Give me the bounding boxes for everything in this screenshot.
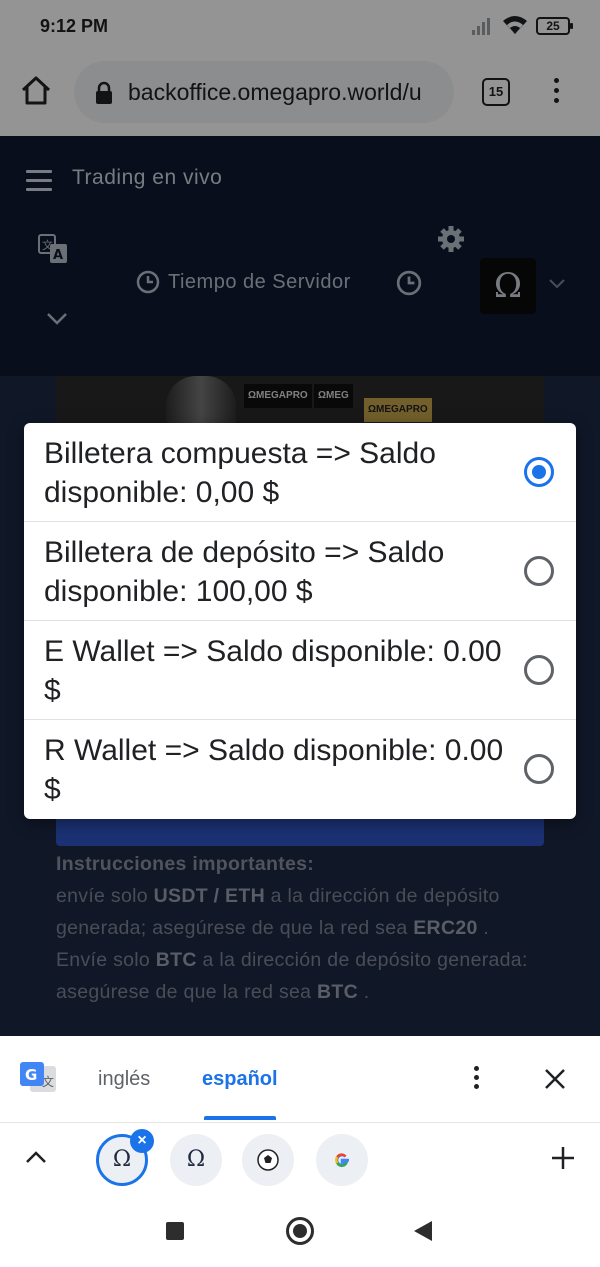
wallet-option-r-wallet[interactable]: R Wallet => Saldo disponible: 0.00 $ bbox=[24, 720, 576, 819]
wallet-option-label: Billetera de depósito => Saldo disponibl… bbox=[44, 536, 445, 608]
recents-button[interactable] bbox=[166, 1222, 184, 1240]
radio-button[interactable] bbox=[524, 754, 554, 784]
wallet-option-deposito[interactable]: Billetera de depósito => Saldo disponibl… bbox=[24, 522, 576, 621]
home-button[interactable] bbox=[286, 1217, 314, 1245]
close-icon[interactable] bbox=[544, 1068, 566, 1090]
soccer-ball-icon bbox=[257, 1149, 279, 1171]
wallet-option-e-wallet[interactable]: E Wallet => Saldo disponible: 0.00 $ bbox=[24, 621, 576, 720]
new-tab-icon[interactable] bbox=[550, 1145, 576, 1171]
chevron-up-icon[interactable] bbox=[24, 1149, 48, 1165]
radio-button[interactable] bbox=[524, 457, 554, 487]
wallet-option-label: E Wallet => Saldo disponible: 0.00 $ bbox=[44, 635, 502, 707]
translate-menu-icon[interactable] bbox=[474, 1066, 482, 1093]
wallet-option-label: Billetera compuesta => Saldo disponible:… bbox=[44, 437, 436, 509]
wallet-option-label: R Wallet => Saldo disponible: 0.00 $ bbox=[44, 734, 504, 806]
back-button[interactable] bbox=[414, 1221, 432, 1241]
wallet-select-dialog: Billetera compuesta => Saldo disponible:… bbox=[24, 423, 576, 819]
translate-bar: 文 G inglés español bbox=[0, 1036, 600, 1122]
tab-google[interactable] bbox=[316, 1134, 368, 1186]
source-language-tab[interactable]: inglés bbox=[98, 1068, 150, 1091]
system-nav-bar bbox=[0, 1196, 600, 1267]
target-language-tab[interactable]: español bbox=[202, 1068, 278, 1091]
radio-button[interactable] bbox=[524, 556, 554, 586]
tab-soccer[interactable] bbox=[242, 1134, 294, 1186]
radio-button[interactable] bbox=[524, 655, 554, 685]
google-translate-icon: 文 G bbox=[20, 1062, 56, 1092]
google-icon bbox=[335, 1153, 349, 1168]
tab-omegapro[interactable]: Ω bbox=[170, 1134, 222, 1186]
close-tab-icon[interactable]: × bbox=[130, 1129, 154, 1153]
tab-strip: Ω × Ω bbox=[0, 1122, 600, 1196]
svg-text:G: G bbox=[25, 1066, 37, 1084]
active-tab-indicator bbox=[204, 1116, 276, 1120]
wallet-option-compuesta[interactable]: Billetera compuesta => Saldo disponible:… bbox=[24, 423, 576, 522]
